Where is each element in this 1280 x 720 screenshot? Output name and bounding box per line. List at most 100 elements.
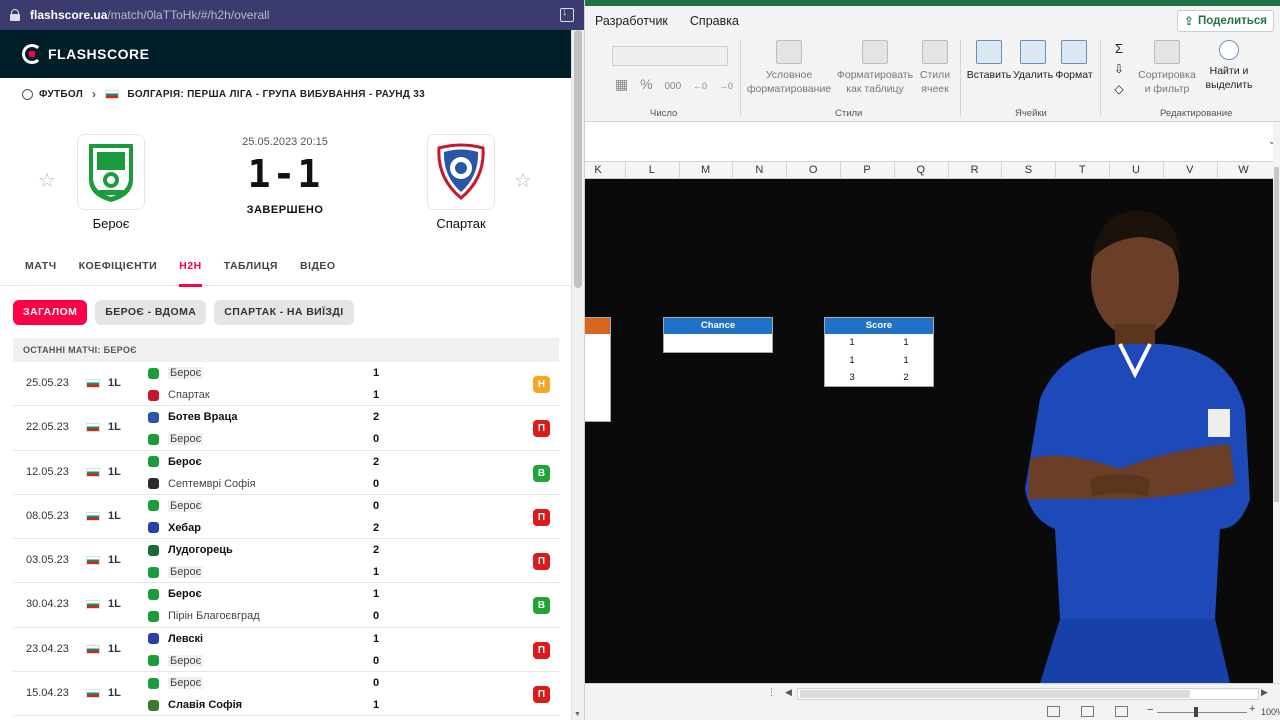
column-header[interactable]: U [1109,164,1163,176]
insert-button[interactable]: Вставить [965,40,1013,82]
normal-view-icon[interactable] [1047,706,1060,717]
ribbon-tab-help[interactable]: Справка [690,14,739,28]
score-table[interactable]: Score 111132 [824,317,934,387]
match-row[interactable]: 30.04.23 1L Бероє Пірін Благоєвград 1 0 В [13,583,559,628]
column-header[interactable]: O [786,164,840,176]
tab-video[interactable]: ВІДЕО [300,248,336,286]
zoom-slider-thumb[interactable] [1194,707,1198,717]
page-layout-icon[interactable] [1081,706,1094,717]
scroll-down-icon[interactable]: ▼ [574,711,581,718]
format-as-table-button[interactable]: Форматировать как таблицу [835,40,915,96]
fill-icon[interactable]: ⇩ [1107,62,1131,76]
format-button[interactable]: Формат [1053,40,1095,82]
match-row[interactable]: 12.05.23 1L Бероє Септемврі Софія 2 0 В [13,451,559,495]
score-cell[interactable]: 3 [825,369,879,387]
excel-vertical-scrollbar[interactable] [1273,122,1280,683]
flashscore-logo-icon[interactable] [22,44,42,64]
column-header[interactable]: R [948,164,1002,176]
autosum-icon[interactable]: Σ [1107,42,1131,56]
address-bar[interactable]: flashscore.ua /match/0laTToHk/#/h2h/over… [0,0,584,30]
increase-decimal-icon[interactable]: ←0 [693,81,707,91]
worksheet-grid[interactable]: Chance Score 111132 [585,179,1273,683]
tab-odds[interactable]: КОЕФІЦІЄНТИ [79,248,158,286]
team-logo-icon [148,411,159,423]
conditional-formatting-button[interactable]: Условное форматирование [743,40,835,96]
delete-cells-icon [1020,40,1046,64]
decrease-decimal-icon[interactable]: →0 [719,81,733,91]
horizontal-scroll-thumb[interactable] [800,690,1190,698]
column-header[interactable]: M [679,164,733,176]
match-row[interactable]: 15.04.23 1L Бероє Славія Софія 0 1 П [13,672,559,717]
accounting-icon[interactable]: ▦ [615,76,628,92]
filter-away-button[interactable]: СПАРТАК - НА ВИЇЗДІ [214,299,354,325]
score-cell[interactable]: 1 [825,352,879,370]
score-cell[interactable]: 1 [879,334,933,352]
ribbon-tab-developer[interactable]: Разработчик [595,14,668,28]
breadcrumb-competition[interactable]: БОЛГАРІЯ: ПЕРША ЛІГА - ГРУПА ВИБУВАННЯ -… [127,89,425,100]
formula-bar[interactable]: ⌄ [585,122,1280,162]
number-format-select[interactable] [612,46,728,66]
match-row[interactable]: 23.04.23 1L Левскі Бероє 1 0 П [13,628,559,673]
breadcrumb-sport[interactable]: ФУТБОЛ [39,89,83,100]
sort-filter-button[interactable]: Сортировка и фильтр [1135,40,1199,96]
scroll-right-icon[interactable]: ▶ [1261,687,1268,698]
zoom-level[interactable]: 100% [1261,707,1280,717]
column-header[interactable]: P [840,164,894,176]
excel-horizontal-scrollbar[interactable]: ⋮ ◀ ▶ [585,683,1280,703]
zoom-in-icon[interactable]: + [1249,703,1255,715]
team-logo-icon [148,522,159,534]
score-table-row[interactable]: 32 [825,369,933,387]
bulgaria-flag-icon [86,423,100,433]
score-cell[interactable]: 1 [825,334,879,352]
tab-h2h[interactable]: H2H [179,248,202,287]
match-row[interactable]: 03.05.23 1L Лудогорець Бероє 2 1 П [13,539,559,584]
browser-scrollbar[interactable]: ▲ ▼ [571,30,584,720]
horizontal-scroll-track[interactable] [797,688,1259,700]
match-row[interactable]: 22.05.23 1L Ботев Враца Бероє 2 0 П [13,406,559,451]
home-team-name[interactable]: Бероє [56,216,166,231]
column-header[interactable]: W [1217,164,1271,176]
score-table-row[interactable]: 11 [825,352,933,370]
find-select-button[interactable]: Найти и выделить [1199,40,1259,92]
column-header[interactable]: N [732,164,786,176]
zoom-slider[interactable] [1157,712,1247,713]
filter-overall-button[interactable]: ЗАГАЛОМ [13,299,88,325]
favorite-star-icon-home[interactable]: ☆ [38,168,56,193]
column-header[interactable]: Q [894,164,948,176]
score-cell[interactable]: 2 [879,369,933,387]
filter-home-button[interactable]: БЕРОЄ - ВДОМА [95,299,207,325]
column-header[interactable]: S [1001,164,1055,176]
browser-scrollbar-thumb[interactable] [574,30,582,288]
tab-standings[interactable]: ТАБЛИЦЯ [224,248,278,286]
column-header[interactable]: L [625,164,679,176]
page-break-view-icon[interactable] [1115,706,1128,717]
match-row[interactable]: 08.05.23 1L Бероє Хебар 0 2 П [13,495,559,540]
delete-button[interactable]: Удалить [1011,40,1055,82]
match-row[interactable]: 25.05.23 1L Бероє Спартак 1 1 Н [13,362,559,407]
chance-table[interactable]: Chance [663,317,773,353]
column-header[interactable]: T [1055,164,1109,176]
vertical-ellipsis-icon[interactable]: ⋮ [767,687,776,698]
clear-icon[interactable]: ◇ [1107,82,1131,96]
download-icon[interactable] [560,6,574,22]
score-table-row[interactable]: 11 [825,334,933,352]
share-button[interactable]: ⇪ Поделиться [1176,10,1274,32]
column-header[interactable]: V [1163,164,1217,176]
percent-icon[interactable]: % [640,76,652,92]
scroll-left-icon[interactable]: ◀ [785,687,792,698]
comma-style-icon[interactable]: 000 [664,81,681,92]
away-team-name[interactable]: Спартак [406,216,516,231]
tab-match[interactable]: МАТЧ [25,248,57,286]
column-header[interactable]: K [585,164,625,176]
away-team-logo[interactable] [427,134,495,210]
hidden-table [585,317,611,422]
flashscore-logo-text[interactable]: FLASHSCORE [48,46,149,62]
away-team[interactable]: Спартак [406,134,516,231]
cell-styles-button[interactable]: Стили ячеек [915,40,955,96]
favorite-star-icon-away[interactable]: ☆ [514,168,532,193]
score-cell[interactable]: 1 [879,352,933,370]
home-team-logo[interactable] [77,134,145,210]
home-team[interactable]: Бероє [56,134,166,231]
zoom-out-icon[interactable]: − [1147,704,1153,716]
excel-vertical-scrollbar-thumb[interactable] [1274,167,1279,502]
